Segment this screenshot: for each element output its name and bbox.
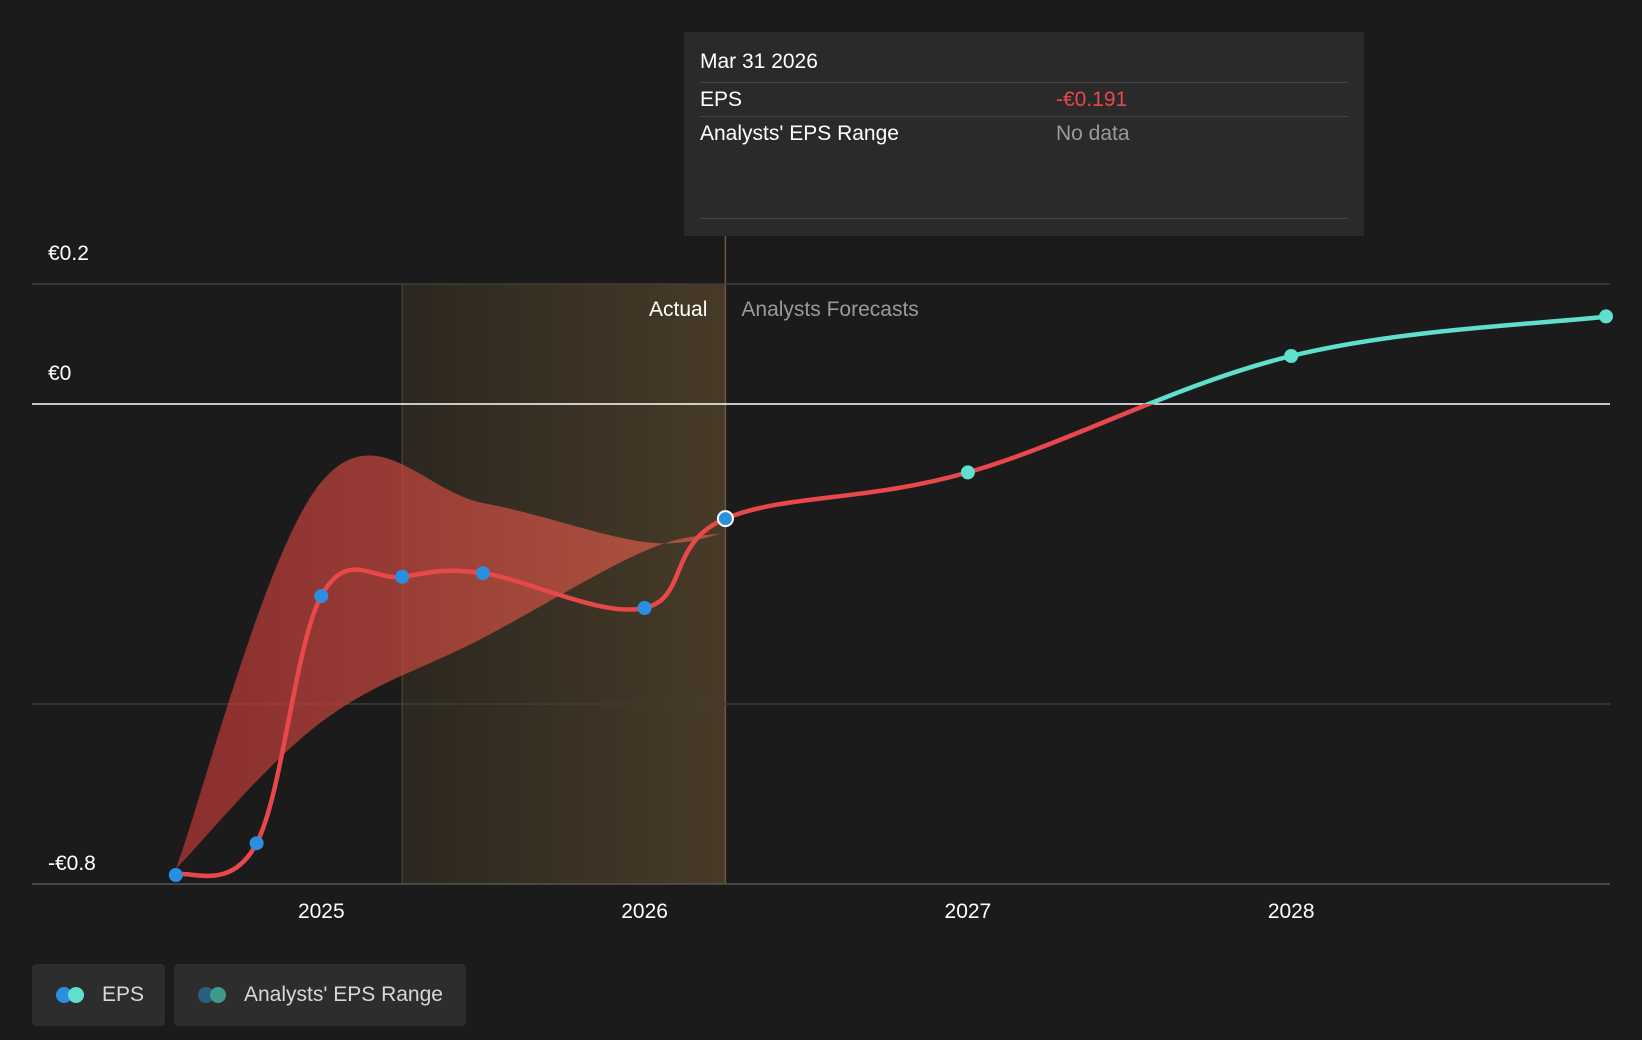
tooltip: Mar 31 2026 EPS -€0.191 Analysts' EPS Ra… (684, 32, 1364, 236)
y-tick-label: €0 (48, 362, 71, 385)
range-legend-icon (198, 987, 228, 1003)
x-tick-label: 2028 (1268, 900, 1315, 923)
tooltip-divider (700, 218, 1348, 219)
x-tick-label: 2027 (945, 900, 992, 923)
eps-actual-point (168, 868, 183, 882)
tooltip-eps-value: -€0.191 (1056, 88, 1128, 111)
eps-forecast-point (1599, 309, 1613, 324)
eps-forecast-point (1284, 349, 1299, 363)
eps-actual-point (314, 589, 329, 603)
eps-actual-point (475, 566, 490, 581)
tooltip-range-value: No data (1056, 122, 1130, 145)
tooltip-row-eps: EPS -€0.191 (700, 82, 1348, 117)
tooltip-range-label: Analysts' EPS Range (700, 122, 899, 145)
eps-actual-point (249, 836, 264, 851)
legend-range-label: Analysts' EPS Range (244, 983, 443, 1006)
legend-eps-button[interactable]: EPS (32, 964, 165, 1026)
tooltip-row-range: Analysts' EPS Range No data (700, 116, 1348, 151)
x-tick-label: 2025 (298, 900, 345, 923)
tooltip-date: Mar 31 2026 (700, 50, 818, 73)
eps-actual-point (395, 569, 410, 584)
x-tick-label: 2026 (621, 900, 668, 923)
y-tick-label: €0.2 (48, 242, 89, 265)
tooltip-eps-label: EPS (700, 88, 743, 111)
legend-eps-label: EPS (102, 983, 145, 1006)
legend-range-button[interactable]: Analysts' EPS Range (174, 964, 466, 1026)
forecast-label: Analysts Forecasts (741, 298, 918, 321)
eps-legend-icon (56, 987, 86, 1003)
eps-actual-point (637, 601, 652, 615)
eps-forecast-point (960, 465, 975, 480)
y-tick-label: -€0.8 (48, 852, 96, 875)
eps-point-selected (716, 510, 734, 528)
actual-label: Actual (649, 298, 707, 321)
